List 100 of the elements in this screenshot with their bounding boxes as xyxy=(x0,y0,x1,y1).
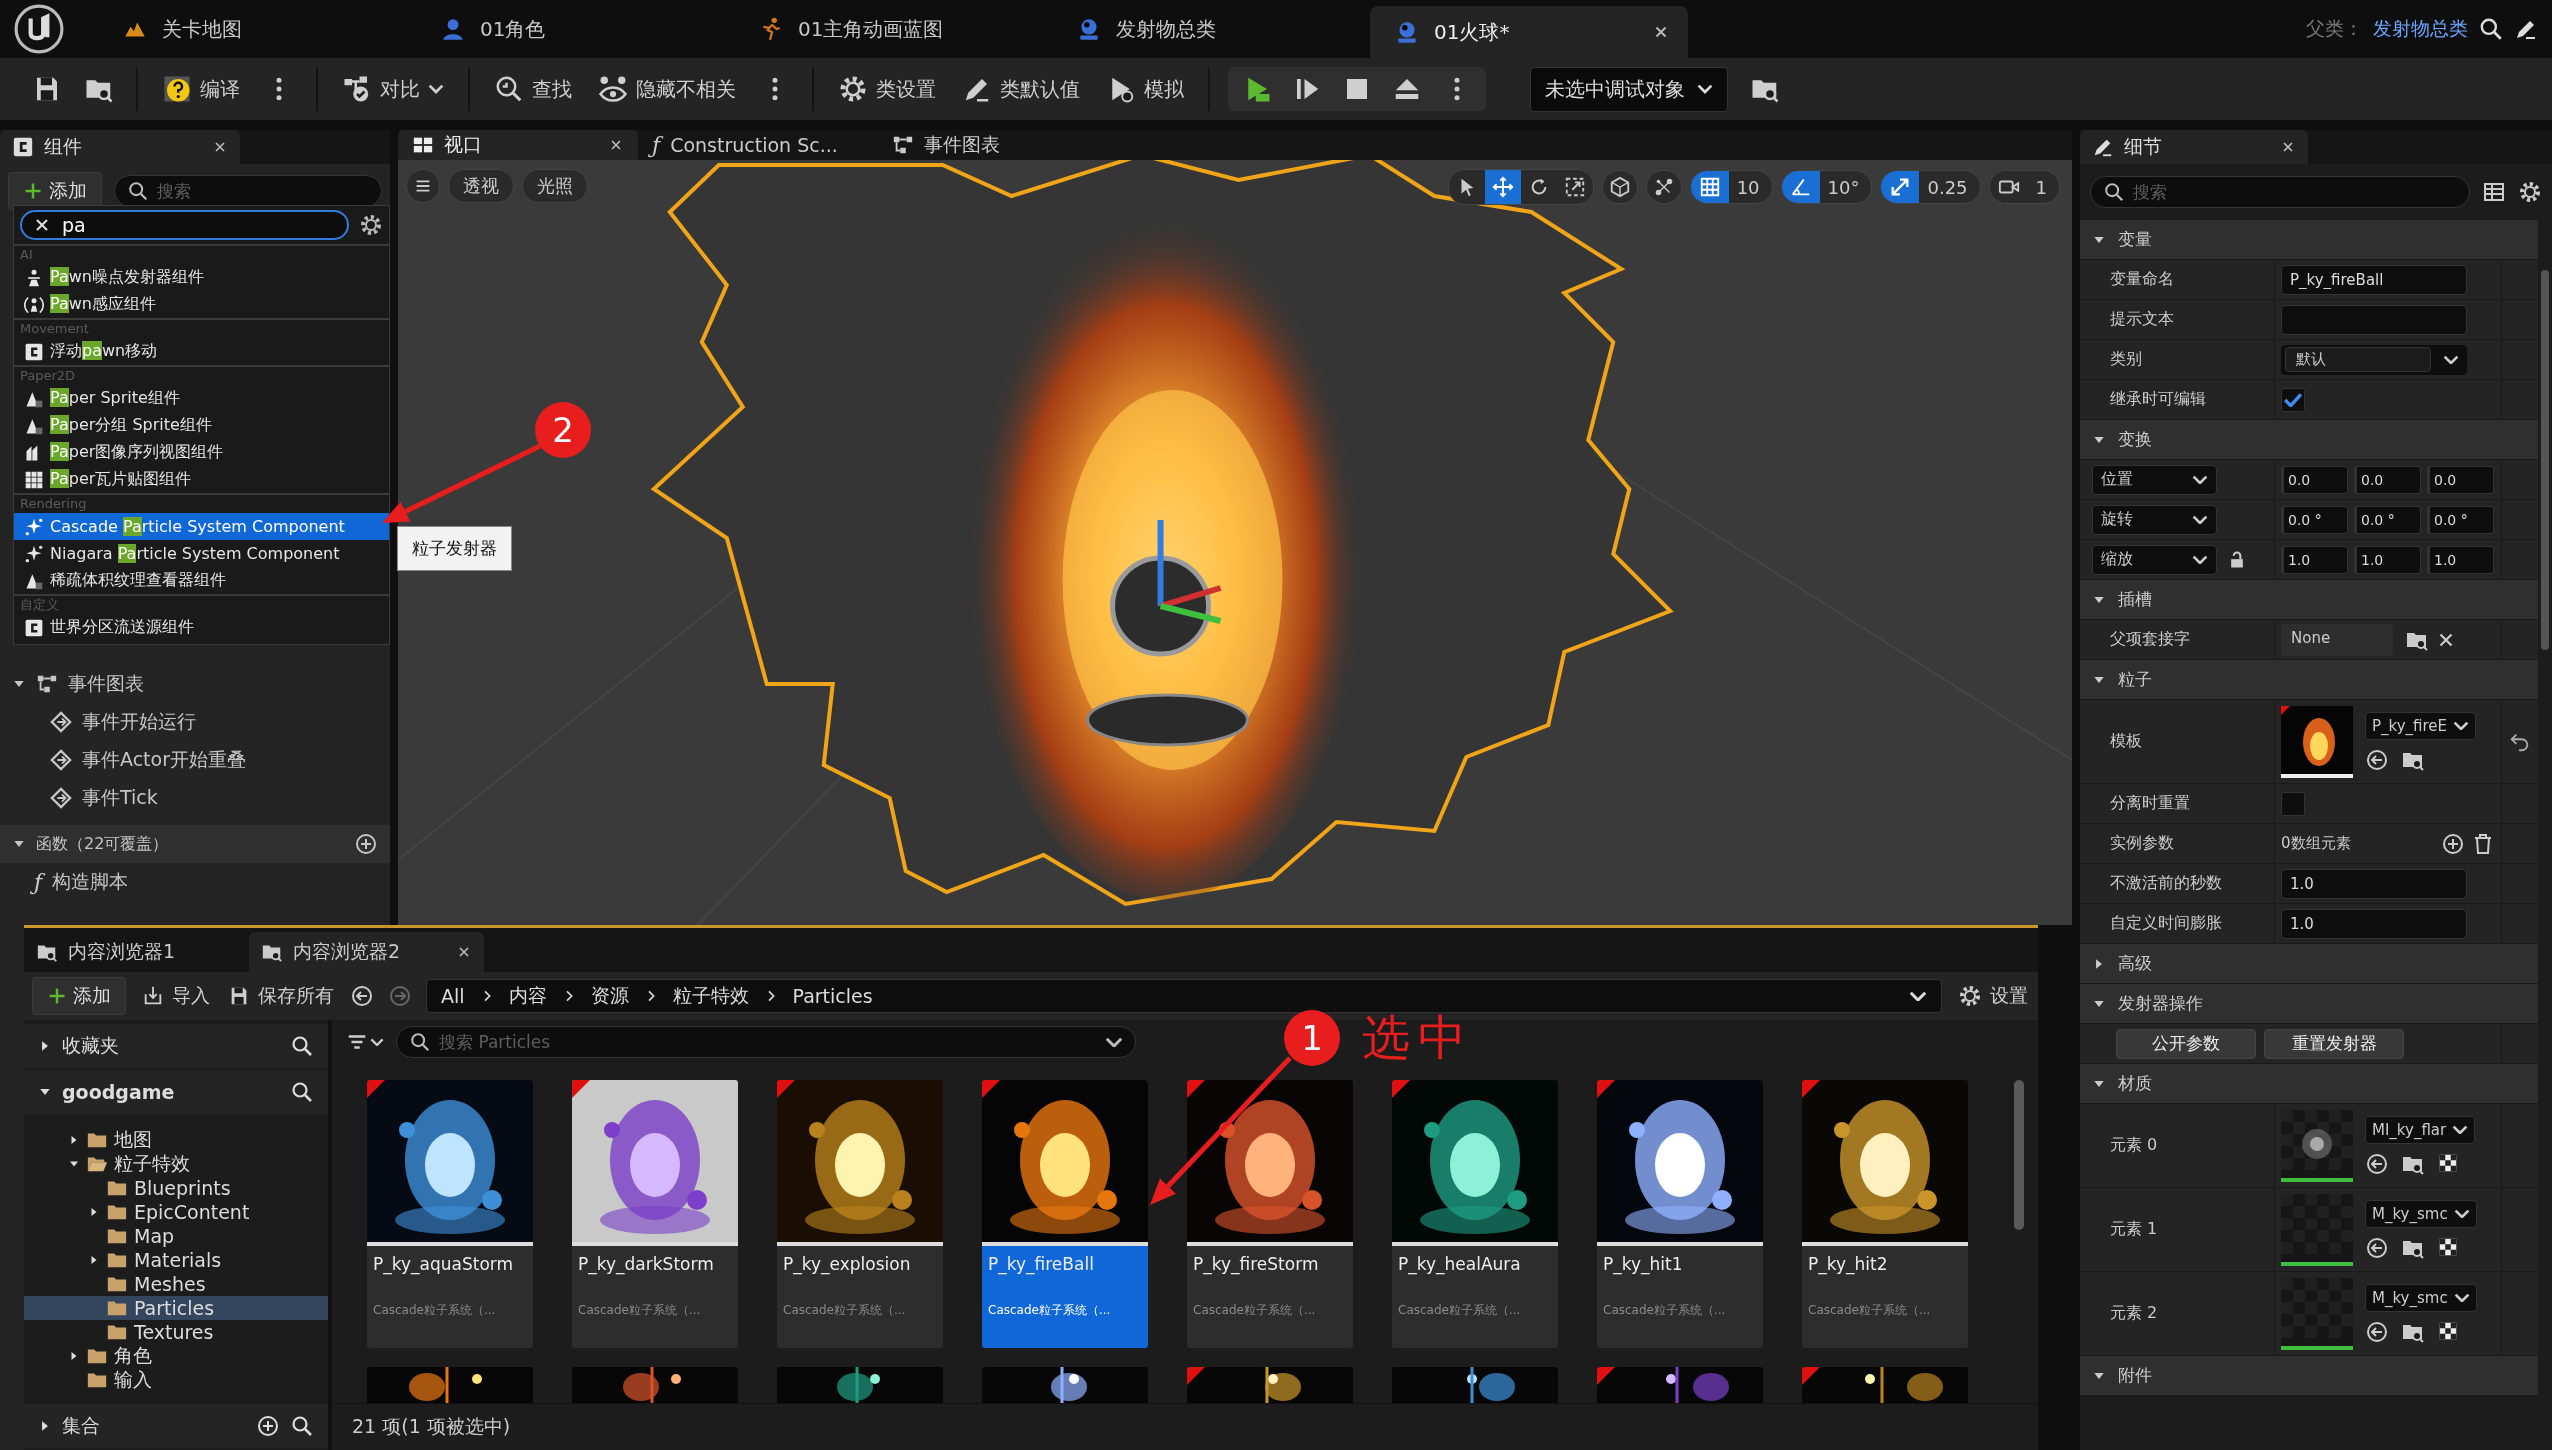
text-field[interactable]: 1.0 xyxy=(2281,868,2467,899)
search-field[interactable]: pa xyxy=(20,210,349,240)
arrow-circle-icon[interactable] xyxy=(2365,1319,2389,1344)
asset-tile[interactable]: P_ky_fireBall Cascade粒子系统（... xyxy=(982,1080,1148,1348)
number-field[interactable]: 1.0 xyxy=(2354,545,2421,574)
folder-item[interactable]: Meshes xyxy=(24,1272,328,1296)
number-field[interactable]: 0.0 ° xyxy=(2427,505,2494,534)
table-icon[interactable] xyxy=(2482,180,2506,204)
arrow-circle-icon[interactable] xyxy=(2365,1235,2389,1260)
asset-dropdown[interactable]: M_ky_smc xyxy=(2365,1199,2477,1228)
folder-item[interactable]: 角色 xyxy=(24,1344,328,1368)
search-icon[interactable] xyxy=(290,1414,314,1438)
parent-class-link[interactable]: 发射物总类 xyxy=(2373,16,2468,42)
gear-icon[interactable] xyxy=(359,213,383,237)
panel-tab[interactable]: 视口 xyxy=(398,130,638,160)
menu-item[interactable]: 世界分区流送源组件 xyxy=(14,614,389,641)
section-header[interactable]: 发射器操作 xyxy=(2080,984,2538,1024)
combo-box[interactable]: 默认 xyxy=(2281,344,2467,375)
panel-tab[interactable]: ƒ Construction Sc... xyxy=(638,130,878,160)
snap-toggle[interactable]: 0.25 xyxy=(1880,170,1981,204)
panel-tab[interactable]: 事件图表 xyxy=(878,130,1118,160)
toolbar-button[interactable]: 隐藏不相关 xyxy=(596,70,738,108)
search-icon[interactable] xyxy=(2478,16,2504,42)
arrow-circle-icon[interactable] xyxy=(2365,1151,2389,1176)
number-field[interactable]: 0.0 xyxy=(2281,465,2348,494)
tree-item[interactable]: ƒ 构造脚本 xyxy=(0,863,390,901)
settings-button[interactable]: 设置 xyxy=(1956,979,2030,1013)
panel-tab[interactable]: 内容浏览器2 xyxy=(249,932,484,972)
scrollbar[interactable] xyxy=(2541,270,2549,650)
breadcrumb[interactable]: All xyxy=(441,985,465,1007)
transform-tool[interactable] xyxy=(1484,170,1521,204)
section-header[interactable]: 附件 xyxy=(2080,1356,2538,1396)
toolbar-dropdown[interactable]: 对比 xyxy=(340,70,446,108)
number-field[interactable]: 0.0 xyxy=(2427,465,2494,494)
toolbar-button[interactable]: 类设置 xyxy=(836,70,938,108)
asset-tile[interactable]: P_ky_fireStorm Cascade粒子系统（... xyxy=(1187,1080,1353,1348)
angle-icon[interactable] xyxy=(1781,171,1820,203)
document-tab[interactable]: 01主角动画蓝图 xyxy=(734,0,1052,58)
logo-icon[interactable] xyxy=(14,4,64,54)
panel-tab[interactable]: 内容浏览器1 xyxy=(24,932,249,972)
folder-item[interactable]: Blueprints xyxy=(24,1176,328,1200)
asset-tile[interactable]: P_ky_hit2 Cascade粒子系统（... xyxy=(1802,1080,1968,1348)
debug-object-dropdown[interactable]: 未选中调试对象 xyxy=(1530,66,1728,112)
snap-toggle[interactable]: 1 xyxy=(1988,170,2060,204)
number-field[interactable]: 0.0 xyxy=(2354,465,2421,494)
section-header[interactable]: 高级 xyxy=(2080,944,2538,984)
breadcrumb[interactable]: Particles xyxy=(792,985,873,1007)
section-header[interactable]: goodgame xyxy=(24,1070,328,1114)
asset-tile[interactable]: P_ky_explosion Cascade粒子系统（... xyxy=(777,1080,943,1348)
panel-tab[interactable]: 细节 xyxy=(2080,130,2308,164)
gear-icon[interactable] xyxy=(2518,180,2542,204)
view-mode-button[interactable]: 透视 xyxy=(448,169,514,203)
checkbox[interactable] xyxy=(2281,387,2305,412)
add-button[interactable]: 添加 xyxy=(32,977,126,1015)
folder-item[interactable]: 输入 xyxy=(24,1368,328,1392)
section-header[interactable]: 收藏夹 xyxy=(24,1024,328,1068)
toolbar-button[interactable]: 查找 xyxy=(492,70,574,108)
tree-item[interactable]: 事件开始运行 xyxy=(0,703,390,741)
asset-tile[interactable]: P_ky_darkStorm Cascade粒子系统（... xyxy=(572,1080,738,1348)
menu-item[interactable]: Pawn噪点发射器组件 xyxy=(14,264,389,291)
number-field[interactable]: 1.0 xyxy=(2427,545,2494,574)
document-tab[interactable]: 01角色 xyxy=(416,0,734,58)
menu-item[interactable]: Paper分组 Sprite组件 xyxy=(14,412,389,439)
add-icon[interactable] xyxy=(256,1414,280,1438)
section-header[interactable]: 函数（22可覆盖） xyxy=(0,825,390,863)
folder-item[interactable]: EpicContent xyxy=(24,1200,328,1224)
search-input[interactable]: 搜索 xyxy=(2133,182,2457,202)
search-field[interactable]: 搜索 Particles xyxy=(396,1026,1136,1058)
asset-field[interactable]: None xyxy=(2281,623,2393,656)
tree-item[interactable]: 事件Tick xyxy=(0,779,390,817)
search-input[interactable]: pa xyxy=(62,214,337,236)
text-field[interactable] xyxy=(2281,304,2467,335)
add-button[interactable]: 添加 xyxy=(8,172,102,210)
section-header[interactable]: 插槽 xyxy=(2080,580,2538,620)
section-header[interactable]: 变量 xyxy=(2080,220,2538,260)
menu-item[interactable]: Pawn感应组件 xyxy=(14,291,389,318)
combo-box[interactable]: 位置 xyxy=(2092,464,2217,495)
menu-item[interactable]: 稀疏体积纹理查看器组件 xyxy=(14,567,389,594)
toolbar-button[interactable]: 编译 xyxy=(160,70,242,108)
document-tab[interactable]: 关卡地图 xyxy=(98,0,416,58)
search-input[interactable]: 搜索 Particles xyxy=(439,1032,1097,1052)
section-header[interactable]: 变换 xyxy=(2080,420,2538,460)
number-field[interactable]: 0.0 ° xyxy=(2354,505,2421,534)
breadcrumb[interactable]: 资源 xyxy=(590,983,629,1009)
scrollbar[interactable] xyxy=(2014,1080,2024,1230)
grid-icon[interactable] xyxy=(1690,171,1729,203)
document-tab[interactable]: 01火球* xyxy=(1370,6,1688,58)
menu-item[interactable]: 浮动pawn移动 xyxy=(14,338,389,365)
add-icon[interactable] xyxy=(354,832,378,856)
text-field[interactable]: P_ky_fireBall xyxy=(2281,264,2467,295)
snap-toggle[interactable]: 10 xyxy=(1689,170,1773,204)
save-all-button[interactable]: 保存所有 xyxy=(226,979,336,1013)
search-field[interactable]: 搜索 xyxy=(2090,176,2470,208)
breadcrumb[interactable]: 内容 xyxy=(508,983,547,1009)
section-header[interactable]: 材质 xyxy=(2080,1064,2538,1104)
snap-toggle[interactable]: 10° xyxy=(1780,170,1873,204)
number-field[interactable]: 1.0 xyxy=(2281,545,2348,574)
combo-box[interactable]: 旋转 xyxy=(2092,504,2217,535)
section-header[interactable]: 事件图表 xyxy=(0,665,390,703)
section-header[interactable]: 集合 xyxy=(24,1404,328,1448)
